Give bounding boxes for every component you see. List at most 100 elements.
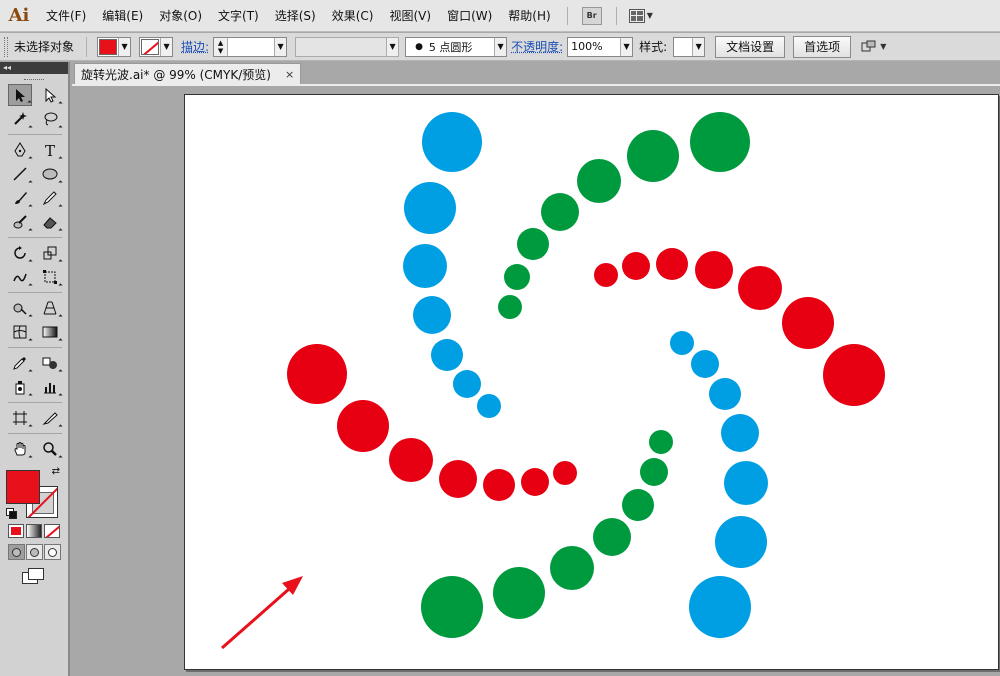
green-dot[interactable] xyxy=(421,576,483,638)
menu-item[interactable]: 编辑(E) xyxy=(94,0,151,32)
arrange-documents-button[interactable]: ▼ xyxy=(628,8,653,23)
column-graph-tool[interactable] xyxy=(38,376,62,398)
blue-dot[interactable] xyxy=(431,339,463,371)
gradient-mode-button[interactable] xyxy=(26,524,42,538)
document-setup-button[interactable]: 文档设置 xyxy=(715,35,786,58)
perspective-grid-tool[interactable] xyxy=(38,297,62,319)
free-transform-tool[interactable] xyxy=(38,266,62,288)
red-dot[interactable] xyxy=(594,263,618,287)
opacity-link[interactable]: 不透明度: xyxy=(511,38,563,55)
line-tool[interactable] xyxy=(8,163,32,185)
blue-dot[interactable] xyxy=(453,370,481,398)
red-dot[interactable] xyxy=(439,460,477,498)
menu-item[interactable]: 文字(T) xyxy=(210,0,267,32)
scale-tool[interactable] xyxy=(38,242,62,264)
blob-brush-tool[interactable] xyxy=(8,211,32,233)
document-tab[interactable]: 旋转光波.ai* @ 99% (CMYK/预览) × xyxy=(74,63,302,85)
collapse-panel-icon[interactable]: ◂◂ xyxy=(0,62,68,74)
blue-dot[interactable] xyxy=(721,414,759,452)
menu-item[interactable]: 文件(F) xyxy=(38,0,94,32)
rotate-tool[interactable] xyxy=(8,242,32,264)
menu-item[interactable]: 对象(O) xyxy=(151,0,210,32)
hand-tool[interactable] xyxy=(8,438,32,460)
red-dot[interactable] xyxy=(521,468,549,496)
symbol-sprayer-tool[interactable] xyxy=(8,376,32,398)
pen-tool[interactable] xyxy=(8,139,32,161)
fill-color-dropdown[interactable]: ▼ xyxy=(97,36,132,57)
red-dot[interactable] xyxy=(823,344,885,406)
stroke-weight-stepper[interactable]: ▲ ▼ xyxy=(214,37,229,56)
magic-wand-tool[interactable] xyxy=(8,108,32,130)
stroke-color-dropdown[interactable]: ▼ xyxy=(139,36,174,57)
paintbrush-tool[interactable] xyxy=(8,187,32,209)
artboard-tool[interactable] xyxy=(8,407,32,429)
panel-grip[interactable] xyxy=(4,36,8,57)
brush-definition-dropdown[interactable]: ● 5 点圆形 ▼ xyxy=(405,36,508,57)
preferences-button[interactable]: 首选项 xyxy=(793,35,852,58)
eyedropper-tool[interactable] xyxy=(8,352,32,374)
green-dot[interactable] xyxy=(541,193,579,231)
pencil-tool[interactable] xyxy=(38,187,62,209)
blue-dot[interactable] xyxy=(403,244,447,288)
red-dot[interactable] xyxy=(782,297,834,349)
blue-dot[interactable] xyxy=(724,461,768,505)
warp-tool[interactable] xyxy=(8,266,32,288)
green-dot[interactable] xyxy=(640,458,668,486)
blue-dot[interactable] xyxy=(689,576,751,638)
mesh-tool[interactable] xyxy=(8,321,32,343)
shape-builder-tool[interactable] xyxy=(8,297,32,319)
red-dot[interactable] xyxy=(738,266,782,310)
blue-dot[interactable] xyxy=(477,394,501,418)
red-dot[interactable] xyxy=(622,252,650,280)
red-dot[interactable] xyxy=(553,461,577,485)
red-dot[interactable] xyxy=(337,400,389,452)
eraser-tool[interactable] xyxy=(38,211,62,233)
green-dot[interactable] xyxy=(593,518,631,556)
red-dot[interactable] xyxy=(695,251,733,289)
control-panel-menu-button[interactable]: ▼ xyxy=(861,40,886,54)
fill-color-box[interactable] xyxy=(6,470,40,504)
none-mode-button[interactable] xyxy=(44,524,60,538)
swap-fill-stroke-icon[interactable]: ⇄ xyxy=(52,466,60,477)
green-dot[interactable] xyxy=(690,112,750,172)
bridge-button[interactable]: Br xyxy=(581,6,602,25)
lasso-tool[interactable] xyxy=(38,108,62,130)
blend-tool[interactable] xyxy=(38,352,62,374)
red-dot[interactable] xyxy=(287,344,347,404)
stroke-weight-field[interactable]: ▲ ▼ ▼ xyxy=(213,36,288,57)
draw-inside-button[interactable] xyxy=(44,544,61,560)
stroke-panel-link[interactable]: 描边: xyxy=(181,38,209,55)
graphic-style-dropdown[interactable]: ▼ xyxy=(673,36,706,57)
green-dot[interactable] xyxy=(550,546,594,590)
blue-dot[interactable] xyxy=(404,182,456,234)
red-dot[interactable] xyxy=(656,248,688,280)
blue-dot[interactable] xyxy=(715,516,767,568)
menu-item[interactable]: 窗口(W) xyxy=(439,0,500,32)
draw-normal-button[interactable] xyxy=(8,544,25,560)
gradient-tool[interactable] xyxy=(38,321,62,343)
menu-item[interactable]: 视图(V) xyxy=(381,0,439,32)
slice-tool[interactable] xyxy=(38,407,62,429)
blue-dot[interactable] xyxy=(691,350,719,378)
selection-tool[interactable] xyxy=(8,84,32,106)
menu-item[interactable]: 效果(C) xyxy=(324,0,382,32)
zoom-tool[interactable] xyxy=(38,438,62,460)
opacity-field[interactable]: 100% ▼ xyxy=(567,36,634,57)
color-mode-button[interactable] xyxy=(8,524,24,538)
panel-grip[interactable] xyxy=(0,74,68,84)
green-dot[interactable] xyxy=(622,489,654,521)
blue-dot[interactable] xyxy=(413,296,451,334)
green-dot[interactable] xyxy=(649,430,673,454)
type-tool[interactable]: T xyxy=(38,139,62,161)
close-icon[interactable]: × xyxy=(285,68,294,81)
blue-dot[interactable] xyxy=(670,331,694,355)
green-dot[interactable] xyxy=(517,228,549,260)
direct-selection-tool[interactable] xyxy=(38,84,62,106)
menu-item[interactable]: 选择(S) xyxy=(267,0,324,32)
menu-item[interactable]: 帮助(H) xyxy=(500,0,558,32)
ellipse-tool[interactable] xyxy=(38,163,62,185)
red-dot[interactable] xyxy=(389,438,433,482)
green-dot[interactable] xyxy=(577,159,621,203)
artboard[interactable] xyxy=(184,94,999,670)
red-dot[interactable] xyxy=(483,469,515,501)
